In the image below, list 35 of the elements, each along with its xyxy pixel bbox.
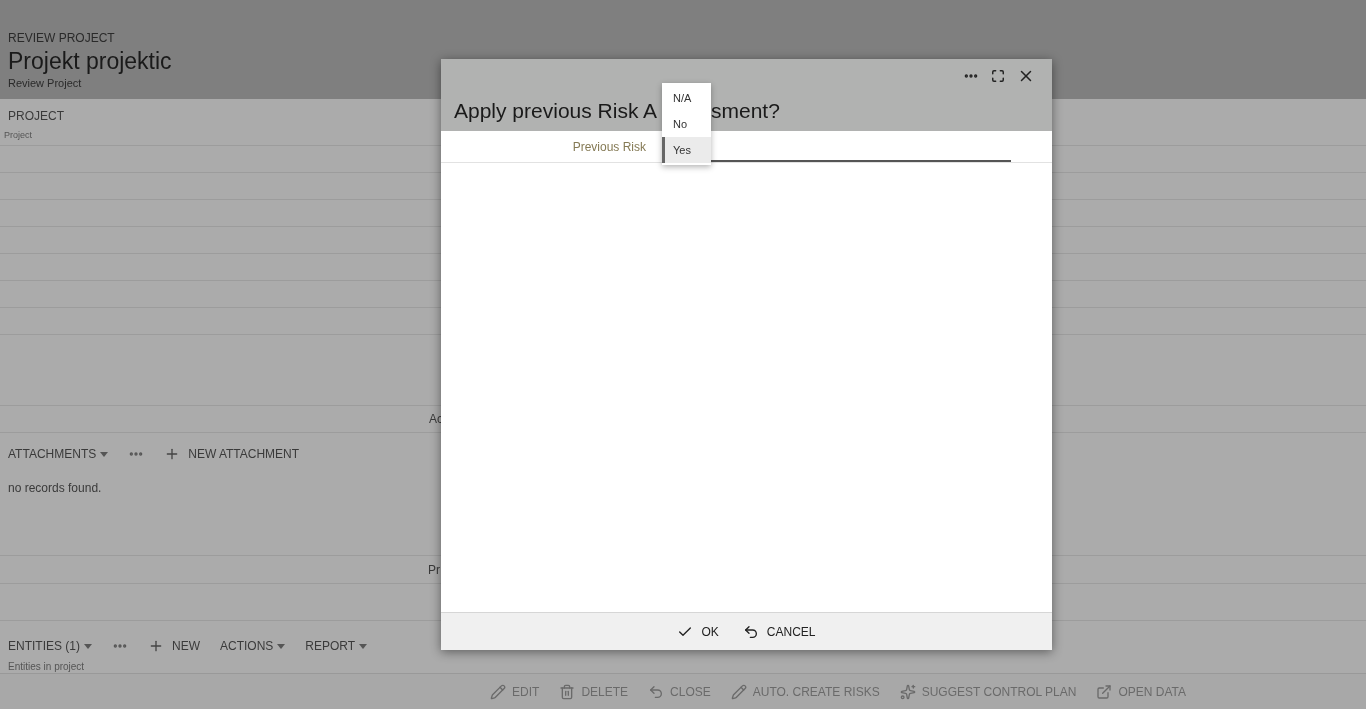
caret-icon [100,451,109,457]
section-caption: Project [4,129,32,142]
section-label: Pr [428,561,440,579]
undo-icon [648,683,665,700]
new-button[interactable]: NEW [148,637,200,655]
ok-button[interactable]: OK [677,622,719,641]
pencil-icon [490,683,507,700]
actions-menu[interactable]: ACTIONS [220,637,286,655]
trash-icon [559,683,576,700]
pencil-icon [730,683,747,700]
dialog-title: Apply previous Risk A [454,99,658,122]
caret-icon [84,643,92,649]
new-attachment-button[interactable]: NEW ATTACHMENT [164,445,300,463]
external-link-icon [1096,683,1113,700]
maximize-icon[interactable] [991,69,1005,83]
section-heading: PROJECT [8,108,64,125]
undo-icon [742,623,759,640]
dialog-title: sment? [711,98,780,124]
dropdown-option[interactable]: N/A [662,85,711,111]
dropdown-option[interactable]: Yes [662,137,711,163]
caret-icon [277,643,286,649]
entities-caption: Entities in project [8,661,85,673]
empty-message: no records found. [8,480,102,497]
cancel-button[interactable]: CANCEL [742,622,816,641]
field-label: Previous Risk [571,138,646,156]
sparkle-icon [899,683,916,700]
page-subtitle: Review Project [8,76,82,91]
page-title: Projekt projektic [8,47,172,75]
dropdown-option[interactable]: No [662,111,711,137]
caret-icon [359,643,368,649]
plus-icon [148,638,164,654]
page-kicker: REVIEW PROJECT [8,30,115,47]
report-menu[interactable]: REPORT [305,637,368,655]
attachments-menu[interactable]: ATTACHMENTS [8,445,109,463]
entities-menu[interactable]: ENTITIES (1) [8,637,92,655]
